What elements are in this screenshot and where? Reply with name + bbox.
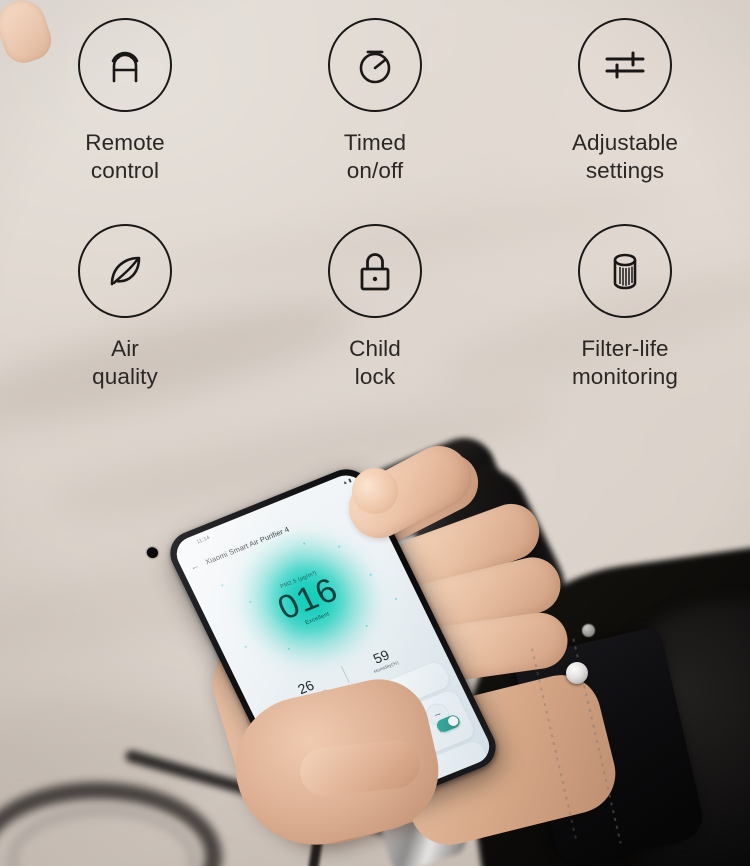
- stat-humidity: 59 Humidity(%): [356, 641, 410, 678]
- feature-grid: Remote control Timed on/off Adjustable s…: [0, 0, 750, 420]
- feature-label: Air quality: [92, 335, 158, 391]
- cuff-snap-button: [566, 662, 588, 684]
- feature-icon-ring: [78, 18, 172, 112]
- back-icon[interactable]: ←: [188, 560, 201, 572]
- status-bar-time: 11:14: [195, 534, 212, 546]
- feature-label-line2: quality: [92, 364, 158, 389]
- stat-divider: [340, 666, 350, 683]
- feature-label: Timed on/off: [344, 129, 406, 185]
- feature-icon-ring: [578, 224, 672, 318]
- feature-timed-on-off: Timed on/off: [250, 0, 500, 210]
- feature-label-line1: Adjustable: [571, 130, 679, 155]
- feature-icon-ring: [578, 18, 672, 112]
- feature-label: Adjustable settings: [572, 129, 678, 185]
- feature-label-line2: on/off: [346, 158, 404, 183]
- feature-icon-ring: [78, 224, 172, 318]
- feature-label-line2: control: [90, 158, 160, 183]
- feature-label-line2: settings: [585, 158, 665, 183]
- lock-icon: [360, 253, 390, 291]
- feature-label-line2: lock: [354, 364, 396, 389]
- feature-label-line1: Remote: [85, 130, 165, 155]
- feature-adjustable-settings: Adjustable settings: [500, 0, 750, 210]
- timer-icon: [359, 50, 391, 84]
- remote-control-icon: [111, 51, 139, 83]
- feature-icon-ring: [328, 18, 422, 112]
- feature-label-line1: Air: [111, 336, 139, 361]
- feature-label: Child lock: [349, 335, 401, 391]
- feature-icon-ring: [328, 224, 422, 318]
- toggle-knob: [446, 715, 460, 728]
- feature-remote-control: Remote control: [0, 0, 250, 210]
- feature-label-line1: Child: [349, 336, 401, 361]
- feature-air-quality: Air quality: [0, 210, 250, 420]
- feature-label-line1: Filter-life: [581, 336, 669, 361]
- sliders-icon: [605, 51, 645, 79]
- leaf-icon: [110, 256, 141, 286]
- cuff-snap-button-small: [582, 624, 595, 637]
- front-camera-punch-hole: [144, 545, 160, 560]
- product-feature-page: 11:14 ▲ ▮ ← Xiaomi Smart Air Purifier 4 …: [0, 0, 750, 866]
- pm25-value: 016: [271, 570, 344, 627]
- feature-label: Remote control: [85, 129, 164, 185]
- feature-label-line1: Timed: [343, 130, 407, 155]
- feature-label: Filter-life monitoring: [572, 335, 678, 391]
- status-bar-icons: ▲ ▮: [341, 477, 353, 487]
- feature-label-line2: monitoring: [571, 364, 679, 389]
- feature-child-lock: Child lock: [250, 210, 500, 420]
- feature-filter-life-monitoring: Filter-life monitoring: [500, 210, 750, 420]
- filter-cylinder-icon: [613, 253, 637, 290]
